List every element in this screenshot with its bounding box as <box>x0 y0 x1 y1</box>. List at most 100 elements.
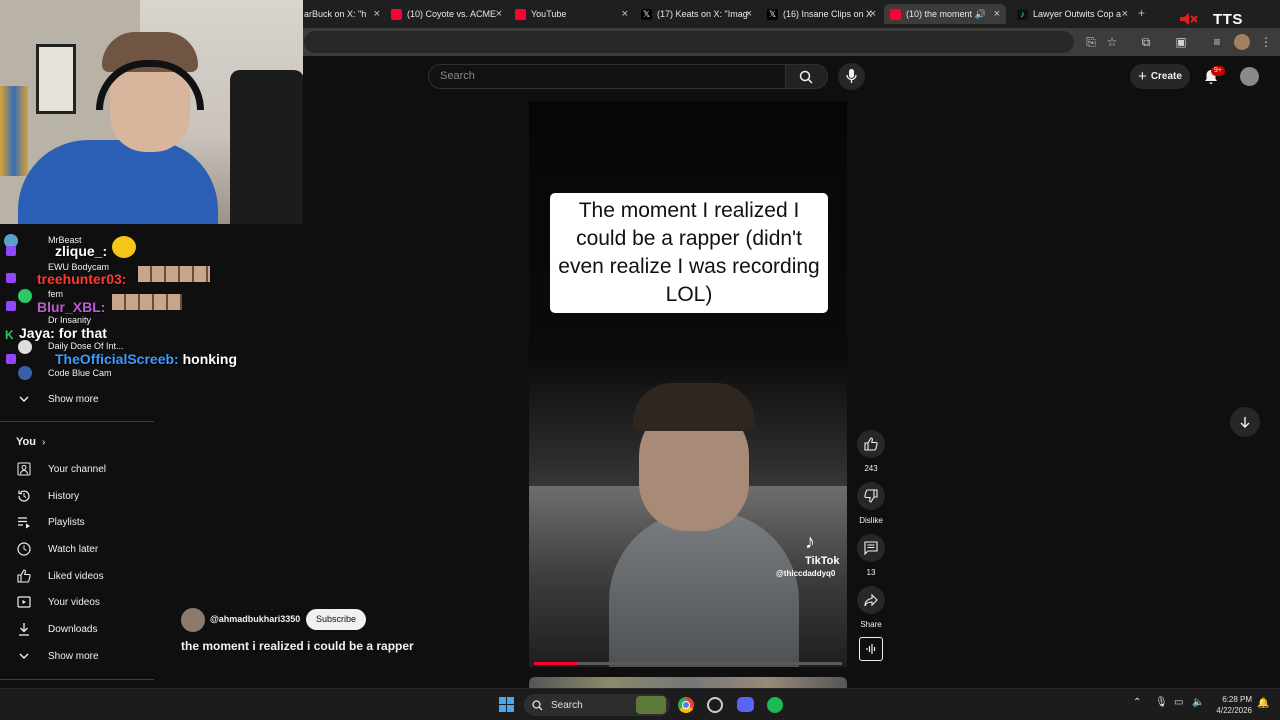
spotify-icon[interactable] <box>767 697 783 713</box>
tab-label: (10) the moment <box>906 9 973 19</box>
progress-track[interactable] <box>534 662 842 665</box>
extensions-icon[interactable]: ⧉ <box>1138 34 1154 50</box>
notification-center-icon[interactable]: 🔔 <box>1257 698 1269 709</box>
browser-tab[interactable]: ♪ Lawyer Outwits Cop a × <box>1014 4 1130 24</box>
dislike-button[interactable] <box>857 482 885 510</box>
browser-tab-active[interactable]: (10) the moment 🔊 × <box>884 4 1006 24</box>
volume-icon[interactable]: 🔈 <box>1192 697 1204 708</box>
sidebar-divider <box>0 421 154 422</box>
sidebar-item-your-channel[interactable]: Your channel <box>16 459 106 479</box>
twitch-badge-icon <box>6 273 16 283</box>
close-tab-icon[interactable]: × <box>622 8 628 20</box>
tab-label: arBuck on X: "h <box>304 9 367 19</box>
comments-action[interactable]: 13 <box>857 534 885 577</box>
chevron-right-icon: › <box>41 436 46 448</box>
close-tab-icon[interactable]: × <box>746 8 752 20</box>
shorts-video-player[interactable]: ♪ TikTok @thiccdaddyq0 <box>529 101 847 667</box>
sidebar-item-label: Liked videos <box>48 570 104 582</box>
comment-count: 13 <box>866 568 876 577</box>
network-icon[interactable]: ▭ <box>1174 697 1183 708</box>
share-button[interactable] <box>857 586 885 614</box>
microphone-tray-icon[interactable]: 🎙 <box>1155 697 1168 708</box>
profile-avatar[interactable] <box>1234 34 1250 50</box>
tab-label: YouTube <box>531 9 567 19</box>
channel-handle[interactable]: @ahmadbukhari3350 <box>210 614 300 624</box>
wall-poster <box>36 44 76 114</box>
browser-tab[interactable]: 𝕏 (16) Insane Clips on X × <box>764 4 878 24</box>
tiktok-icon: ♪ <box>1017 8 1028 20</box>
person-hair <box>633 383 755 431</box>
person-hoodie <box>609 511 799 667</box>
notifications-button[interactable]: 9+ <box>1203 66 1225 85</box>
thumbs-up-icon <box>16 568 32 584</box>
next-short-button[interactable] <box>1230 407 1260 437</box>
windows-start-icon[interactable] <box>499 697 514 712</box>
chat-text: for that <box>54 325 107 341</box>
show-more-subscriptions[interactable]: Show more <box>16 389 99 409</box>
notification-badge: 9+ <box>1211 66 1225 76</box>
tab-label: (17) Keats on X: "Imag <box>657 9 748 19</box>
share-label: Share <box>860 620 882 629</box>
sidebar-item-watch-later[interactable]: Watch later <box>16 539 98 559</box>
next-short-preview[interactable] <box>529 677 847 688</box>
tray-expand-icon[interactable]: ⌃ <box>1133 697 1141 708</box>
channel-avatar[interactable] <box>181 608 205 632</box>
you-section-header[interactable]: You › <box>16 436 45 448</box>
chevron-down-icon <box>16 391 32 407</box>
x-logo-icon: 𝕏 <box>767 8 778 20</box>
discord-icon[interactable] <box>737 697 754 712</box>
chat-overlay: MrBeast zlique_: EWU Bodycam treehunter0… <box>0 226 300 386</box>
show-more-you[interactable]: Show more <box>16 646 99 666</box>
video-caption: The moment I realized I could be a rappe… <box>550 193 828 313</box>
close-tab-icon[interactable]: × <box>994 8 1000 20</box>
bookmark-star-icon[interactable]: ☆ <box>1104 34 1120 50</box>
sidebar-item-history[interactable]: History <box>16 486 79 506</box>
speaker-icon[interactable]: 🔊 <box>975 9 986 20</box>
emote-row-icon <box>112 294 182 310</box>
cast-icon[interactable]: ▣ <box>1173 34 1189 50</box>
like-action[interactable]: 243 <box>857 430 885 473</box>
close-tab-icon[interactable]: × <box>1122 8 1128 20</box>
close-tab-icon[interactable]: × <box>496 8 502 20</box>
like-count: 243 <box>864 464 878 473</box>
browser-tab[interactable]: (10) Coyote vs. ACME × <box>388 4 504 24</box>
sidebar-item-liked-videos[interactable]: Liked videos <box>16 566 104 586</box>
create-button[interactable]: + Create <box>1130 64 1190 89</box>
close-tab-icon[interactable]: × <box>374 8 380 20</box>
browser-tab[interactable]: arBuck on X: "h × <box>304 4 382 24</box>
comments-button[interactable] <box>857 534 885 562</box>
chrome-icon[interactable] <box>678 697 694 713</box>
sidebar-item-downloads[interactable]: Downloads <box>16 619 97 639</box>
voice-search-button[interactable] <box>838 63 865 90</box>
menu-kebab-icon[interactable]: ⋮ <box>1258 34 1274 50</box>
close-tab-icon[interactable]: × <box>870 8 876 20</box>
system-clock[interactable]: 6:28 PM 4/22/2026 <box>1212 694 1252 716</box>
sidebar-divider <box>0 679 154 680</box>
install-app-icon[interactable]: ⎘ <box>1083 34 1099 50</box>
browser-tab[interactable]: 𝕏 (17) Keats on X: "Imag × <box>638 4 754 24</box>
account-avatar[interactable] <box>1240 67 1259 86</box>
share-action[interactable]: Share <box>857 586 885 629</box>
remix-audio-button[interactable] <box>859 637 883 661</box>
obs-icon[interactable] <box>707 697 723 713</box>
sidebar-item-your-videos[interactable]: Your videos <box>16 592 100 612</box>
playlist-icon <box>16 514 32 530</box>
browser-tab[interactable]: YouTube × <box>512 4 630 24</box>
audio-waveform-icon <box>866 644 876 654</box>
windows-taskbar: Search ⌃ 🎙 ▭ 🔈 6:28 PM 4/22/2026 🔔 <box>0 688 1280 720</box>
media-controls-icon[interactable]: ≡ <box>1209 34 1225 50</box>
new-tab-icon[interactable]: + <box>1138 6 1145 20</box>
like-button[interactable] <box>857 430 885 458</box>
search-button[interactable] <box>786 64 828 89</box>
tab-label: Lawyer Outwits Cop a <box>1033 9 1122 19</box>
subscription-item: Code Blue Cam <box>48 368 112 378</box>
taskbar-search-label: Search <box>551 699 583 711</box>
sidebar-item-playlists[interactable]: Playlists <box>16 512 85 532</box>
dislike-action[interactable]: Dislike <box>855 482 887 525</box>
subscribe-button[interactable]: Subscribe <box>306 609 367 630</box>
you-label: You <box>16 436 36 448</box>
search-input[interactable]: Search <box>428 64 786 89</box>
address-bar[interactable] <box>304 31 1074 53</box>
share-arrow-icon <box>864 593 878 607</box>
comment-icon <box>864 541 878 555</box>
